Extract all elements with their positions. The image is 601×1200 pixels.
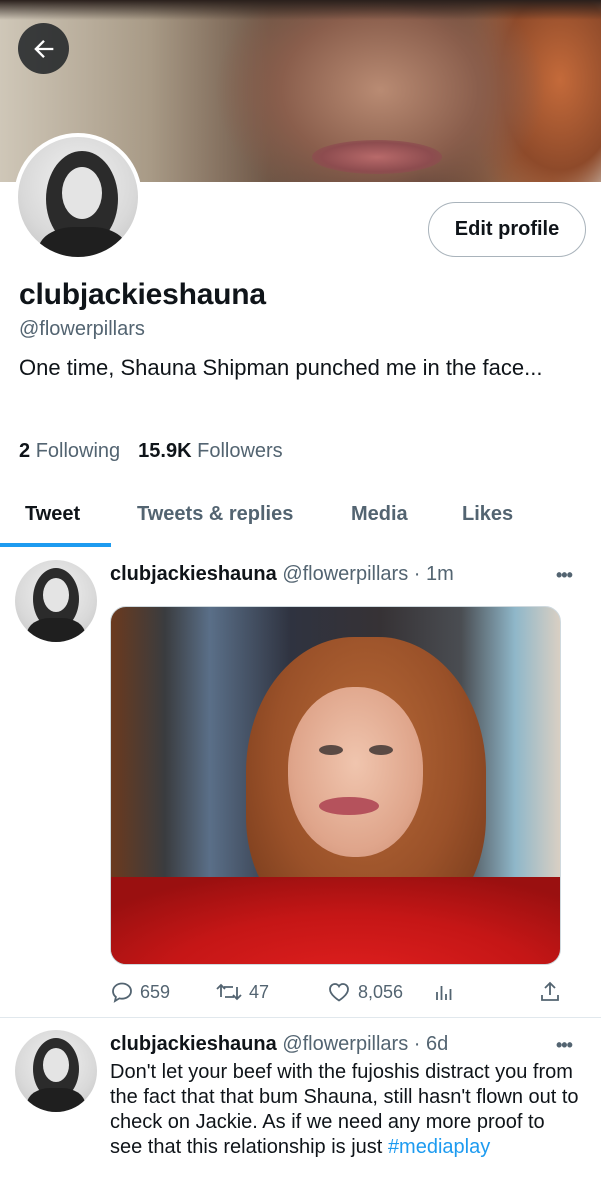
media-face <box>288 687 423 857</box>
tweet-actions: 659 47 8,056 <box>110 977 570 1007</box>
tweet-header: clubjackieshauna @flowerpillars · 6d <box>110 1033 448 1056</box>
avatar-shoulders <box>27 1088 85 1112</box>
avatar-shoulders <box>38 227 128 257</box>
tweet-header: clubjackieshauna @flowerpillars · 1m <box>110 563 454 586</box>
profile-avatar[interactable] <box>14 133 142 261</box>
avatar-face <box>43 578 69 612</box>
reply-count: 659 <box>140 981 171 1002</box>
share-icon <box>541 981 559 1001</box>
media-eye-left <box>319 745 343 755</box>
reply-button[interactable]: 659 <box>110 977 170 1007</box>
following-count: 2 <box>19 440 31 462</box>
tweet-time[interactable]: · 1m <box>414 563 454 585</box>
followers-label: Followers <box>197 440 283 462</box>
more-icon[interactable]: ••• <box>556 1035 573 1056</box>
analytics-button[interactable] <box>432 977 456 1007</box>
profile-tabs: Tweet Tweets & replies Media Likes <box>0 482 601 546</box>
tweet-author[interactable]: clubjackieshauna <box>110 563 277 585</box>
tweet-body: Don't let your beef with the fujoshis di… <box>110 1061 579 1158</box>
avatar-face <box>62 167 102 219</box>
display-name: clubjackieshauna <box>19 278 266 311</box>
retweet-icon <box>216 983 242 1001</box>
tweet-media[interactable] <box>110 606 561 965</box>
more-icon[interactable]: ••• <box>556 565 573 586</box>
avatar-shoulders <box>27 618 85 642</box>
followers-count: 15.9K <box>138 440 192 462</box>
tweet-divider <box>0 1017 601 1018</box>
edit-profile-button[interactable]: Edit profile <box>428 202 586 257</box>
followers-link[interactable]: 15.9K Followers <box>138 440 283 462</box>
back-button[interactable] <box>18 23 69 74</box>
like-icon <box>329 983 349 1002</box>
tab-tweets-replies[interactable]: Tweets & replies <box>137 482 293 546</box>
tweet-text: Don't let your beef with the fujoshis di… <box>110 1060 580 1160</box>
like-count: 8,056 <box>358 981 404 1002</box>
profile-bio: One time, Shauna Shipman punched me in t… <box>19 355 543 380</box>
analytics-icon <box>436 986 452 1000</box>
tweet-avatar[interactable] <box>15 1030 97 1112</box>
banner-detail <box>312 140 442 174</box>
tab-media[interactable]: Media <box>351 482 408 546</box>
tab-tweet[interactable]: Tweet <box>25 482 80 546</box>
retweet-button[interactable]: 47 <box>215 977 269 1007</box>
like-button[interactable]: 8,056 <box>326 977 403 1007</box>
media-eye-right <box>369 745 393 755</box>
hashtag-link[interactable]: #mediaplay <box>388 1136 490 1158</box>
tweet-handle[interactable]: @flowerpillars <box>282 563 408 585</box>
tweet-time[interactable]: · 6d <box>414 1033 448 1055</box>
following-link[interactable]: 2 Following <box>19 440 120 462</box>
tweet-author[interactable]: clubjackieshauna <box>110 1033 277 1055</box>
media-mouth <box>319 797 379 815</box>
reply-icon <box>112 982 132 1003</box>
following-label: Following <box>35 440 121 462</box>
media-shirt <box>111 877 560 964</box>
follow-stats: 2 Following 15.9K Followers <box>19 440 283 463</box>
back-arrow-icon <box>33 39 53 58</box>
tab-likes[interactable]: Likes <box>462 482 513 546</box>
active-tab-indicator <box>0 543 111 547</box>
banner-shade <box>0 0 601 20</box>
share-button[interactable] <box>538 977 562 1007</box>
tweet-avatar[interactable] <box>15 560 97 642</box>
user-handle: @flowerpillars <box>19 318 145 340</box>
avatar-face <box>43 1048 69 1082</box>
retweet-count: 47 <box>249 981 270 1002</box>
tweet-handle[interactable]: @flowerpillars <box>282 1033 408 1055</box>
